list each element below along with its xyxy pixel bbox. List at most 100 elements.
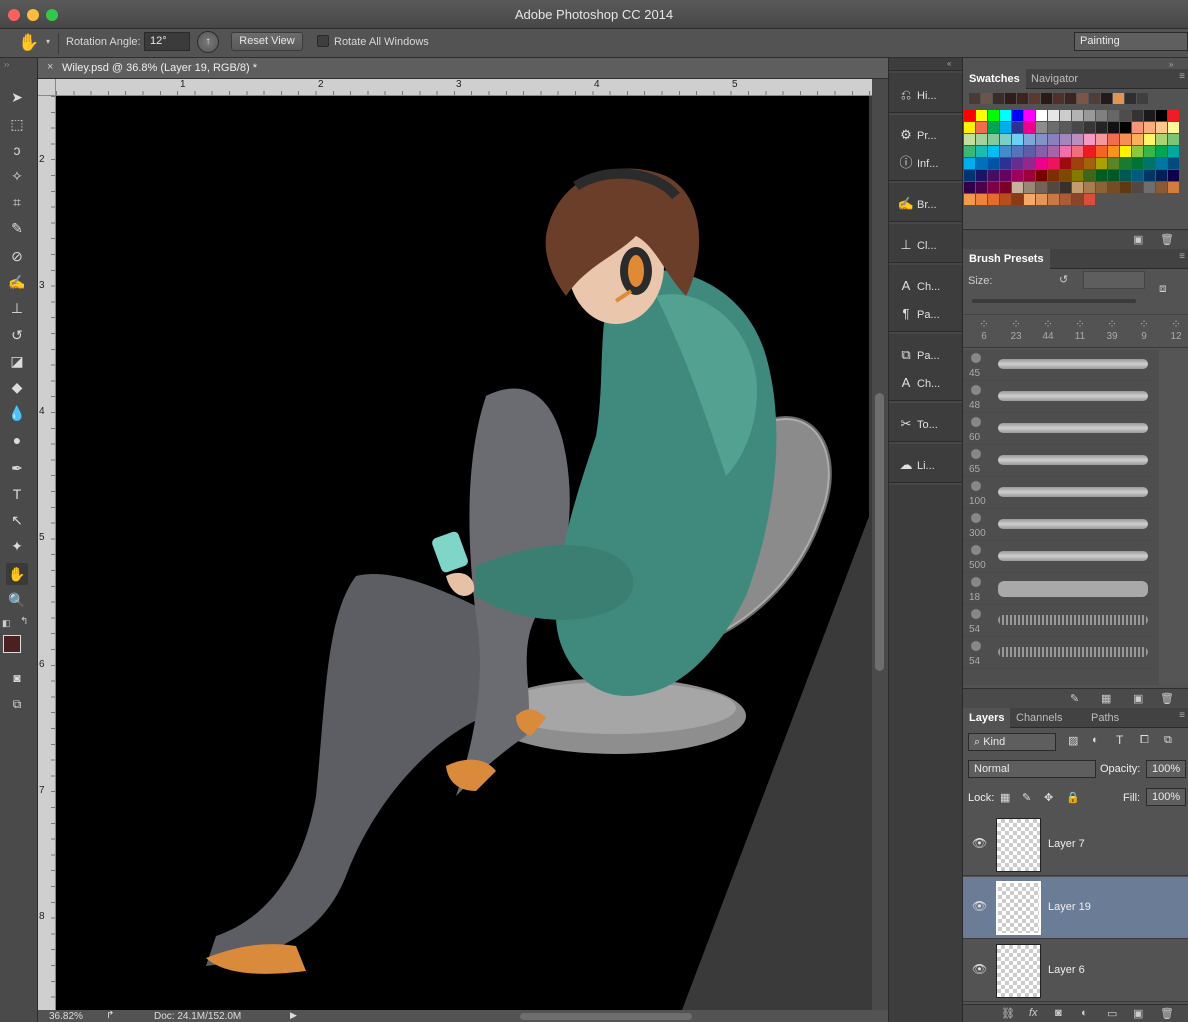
swatch[interactable] — [1072, 122, 1083, 133]
swatch[interactable] — [1144, 122, 1155, 133]
swatch[interactable] — [1000, 110, 1011, 121]
swatch[interactable] — [976, 122, 987, 133]
tab-swatches[interactable]: Swatches — [963, 69, 1026, 89]
layer-style-icon[interactable]: fx — [1029, 1007, 1038, 1019]
collapse-panels-icon[interactable]: » — [1169, 60, 1173, 69]
brush-size-slider[interactable] — [972, 299, 1136, 303]
eyedropper-tool-icon[interactable]: ✎ — [6, 217, 28, 239]
swatch[interactable] — [1072, 170, 1083, 181]
move-tool-icon[interactable]: ➤ — [6, 86, 28, 108]
swatch[interactable] — [1048, 182, 1059, 193]
swatch[interactable] — [1048, 194, 1059, 205]
swatch[interactable] — [1156, 110, 1167, 121]
dock-group-grip[interactable] — [889, 441, 963, 444]
zoom-window-button[interactable] — [46, 9, 58, 21]
swatch[interactable] — [1120, 158, 1131, 169]
swatch[interactable] — [1096, 146, 1107, 157]
swatch[interactable] — [988, 182, 999, 193]
swatch[interactable] — [1084, 122, 1095, 133]
swatch[interactable] — [1120, 134, 1131, 145]
dock-history[interactable]: ⎌ Hi... — [895, 84, 959, 106]
expand-panels-icon[interactable]: « — [947, 59, 951, 68]
dock-properties[interactable]: ⚙ Pr... — [895, 124, 959, 146]
swatch[interactable] — [1144, 170, 1155, 181]
swatch[interactable] — [988, 146, 999, 157]
dock-clone-source[interactable]: ⊥ Cl... — [895, 234, 959, 256]
swatch[interactable] — [1096, 134, 1107, 145]
swatch[interactable] — [1036, 146, 1047, 157]
dock-group-grip[interactable] — [889, 482, 963, 485]
swatch[interactable] — [1048, 110, 1059, 121]
swatch[interactable] — [1108, 158, 1119, 169]
recent-brush[interactable]: ⁘ 44 — [1037, 317, 1059, 342]
swatch[interactable] — [1048, 122, 1059, 133]
swatch[interactable] — [1168, 110, 1179, 121]
lock-image-icon[interactable]: ✎ — [1022, 791, 1031, 804]
blur-tool-icon[interactable]: 💧 — [6, 402, 28, 424]
brush-preset-row[interactable]: 45 — [963, 350, 1153, 381]
swatch[interactable] — [1036, 182, 1047, 193]
swatch[interactable] — [1156, 146, 1167, 157]
paint-bucket-tool-icon[interactable]: ◆ — [6, 376, 28, 398]
layer-row[interactable]: 👁 Layer 6 — [963, 940, 1188, 1002]
lasso-tool-icon[interactable]: ↄ — [6, 139, 28, 161]
brush-preset-row[interactable]: 500 — [963, 542, 1153, 573]
eraser-tool-icon[interactable]: ◪ — [6, 350, 28, 372]
visibility-eye-icon[interactable]: 👁 — [972, 962, 987, 976]
ruler-origin[interactable] — [38, 79, 56, 96]
toggle-brush-panel-icon[interactable]: ✎ — [1070, 692, 1079, 705]
scrollbar-thumb[interactable] — [875, 393, 884, 671]
swatch[interactable] — [976, 170, 987, 181]
swatch[interactable] — [1000, 134, 1011, 145]
swatch[interactable] — [1072, 182, 1083, 193]
recent-swatch[interactable] — [1053, 93, 1064, 104]
screen-mode-icon[interactable]: ⧉ — [6, 693, 28, 715]
swatch[interactable] — [1048, 170, 1059, 181]
brush-list-scrollbar[interactable] — [1159, 350, 1188, 685]
pen-tool-icon[interactable]: ✒ — [6, 457, 28, 479]
swatch[interactable] — [1120, 146, 1131, 157]
swatch[interactable] — [1060, 146, 1071, 157]
recent-swatch[interactable] — [1077, 93, 1088, 104]
new-layer-icon[interactable]: ▣ — [1133, 1007, 1143, 1020]
swatch[interactable] — [1144, 134, 1155, 145]
swatch[interactable] — [976, 134, 987, 145]
swatch[interactable] — [964, 134, 975, 145]
swatch[interactable] — [1120, 170, 1131, 181]
swatch[interactable] — [1084, 170, 1095, 181]
swatch[interactable] — [1036, 122, 1047, 133]
swatch[interactable] — [1132, 110, 1143, 121]
dock-paragraph-styles[interactable]: ⧉ Pa... — [895, 344, 959, 366]
layer-row-selected[interactable]: 👁 Layer 19 — [963, 877, 1188, 939]
path-selection-tool-icon[interactable]: ↖ — [6, 509, 28, 531]
link-layers-icon[interactable]: ⛓ — [1001, 1007, 1015, 1020]
new-brush-icon[interactable]: ▣ — [1133, 692, 1143, 705]
swatch[interactable] — [1024, 182, 1035, 193]
panel-menu-icon[interactable]: ≡ — [1179, 251, 1185, 262]
swatch[interactable] — [1048, 158, 1059, 169]
swatch[interactable] — [1144, 158, 1155, 169]
tab-brush-presets[interactable]: Brush Presets — [963, 249, 1050, 269]
recent-brush[interactable]: ⁘ 6 — [973, 317, 995, 342]
visibility-eye-icon[interactable]: 👁 — [972, 836, 987, 850]
brush-preset-row[interactable]: 48 — [963, 382, 1153, 413]
status-menu-arrow-icon[interactable]: ▶ — [290, 1010, 297, 1021]
swatch[interactable] — [1108, 146, 1119, 157]
swatch[interactable] — [1036, 134, 1047, 145]
swatch[interactable] — [1072, 146, 1083, 157]
swap-colors-icon[interactable]: ↰ — [20, 616, 28, 627]
swatch[interactable] — [1132, 170, 1143, 181]
brush-preset-row[interactable]: 54 — [963, 638, 1153, 669]
tool-preset-chevron-down-icon[interactable]: ▾ — [46, 37, 50, 46]
swatch[interactable] — [1084, 158, 1095, 169]
default-colors-icon[interactable]: ◧ — [2, 618, 11, 629]
filter-pixel-icon[interactable]: ▨ — [1068, 734, 1078, 747]
swatch[interactable] — [1072, 158, 1083, 169]
brush-preset-row[interactable]: 300 — [963, 510, 1153, 541]
swatch[interactable] — [1132, 122, 1143, 133]
zoom-tool-icon[interactable]: 🔍 — [6, 589, 28, 611]
swatch[interactable] — [1060, 122, 1071, 133]
filter-type-icon[interactable]: T — [1116, 733, 1123, 747]
swatch[interactable] — [1156, 122, 1167, 133]
zoom-level[interactable]: 36.82% — [49, 1011, 83, 1022]
